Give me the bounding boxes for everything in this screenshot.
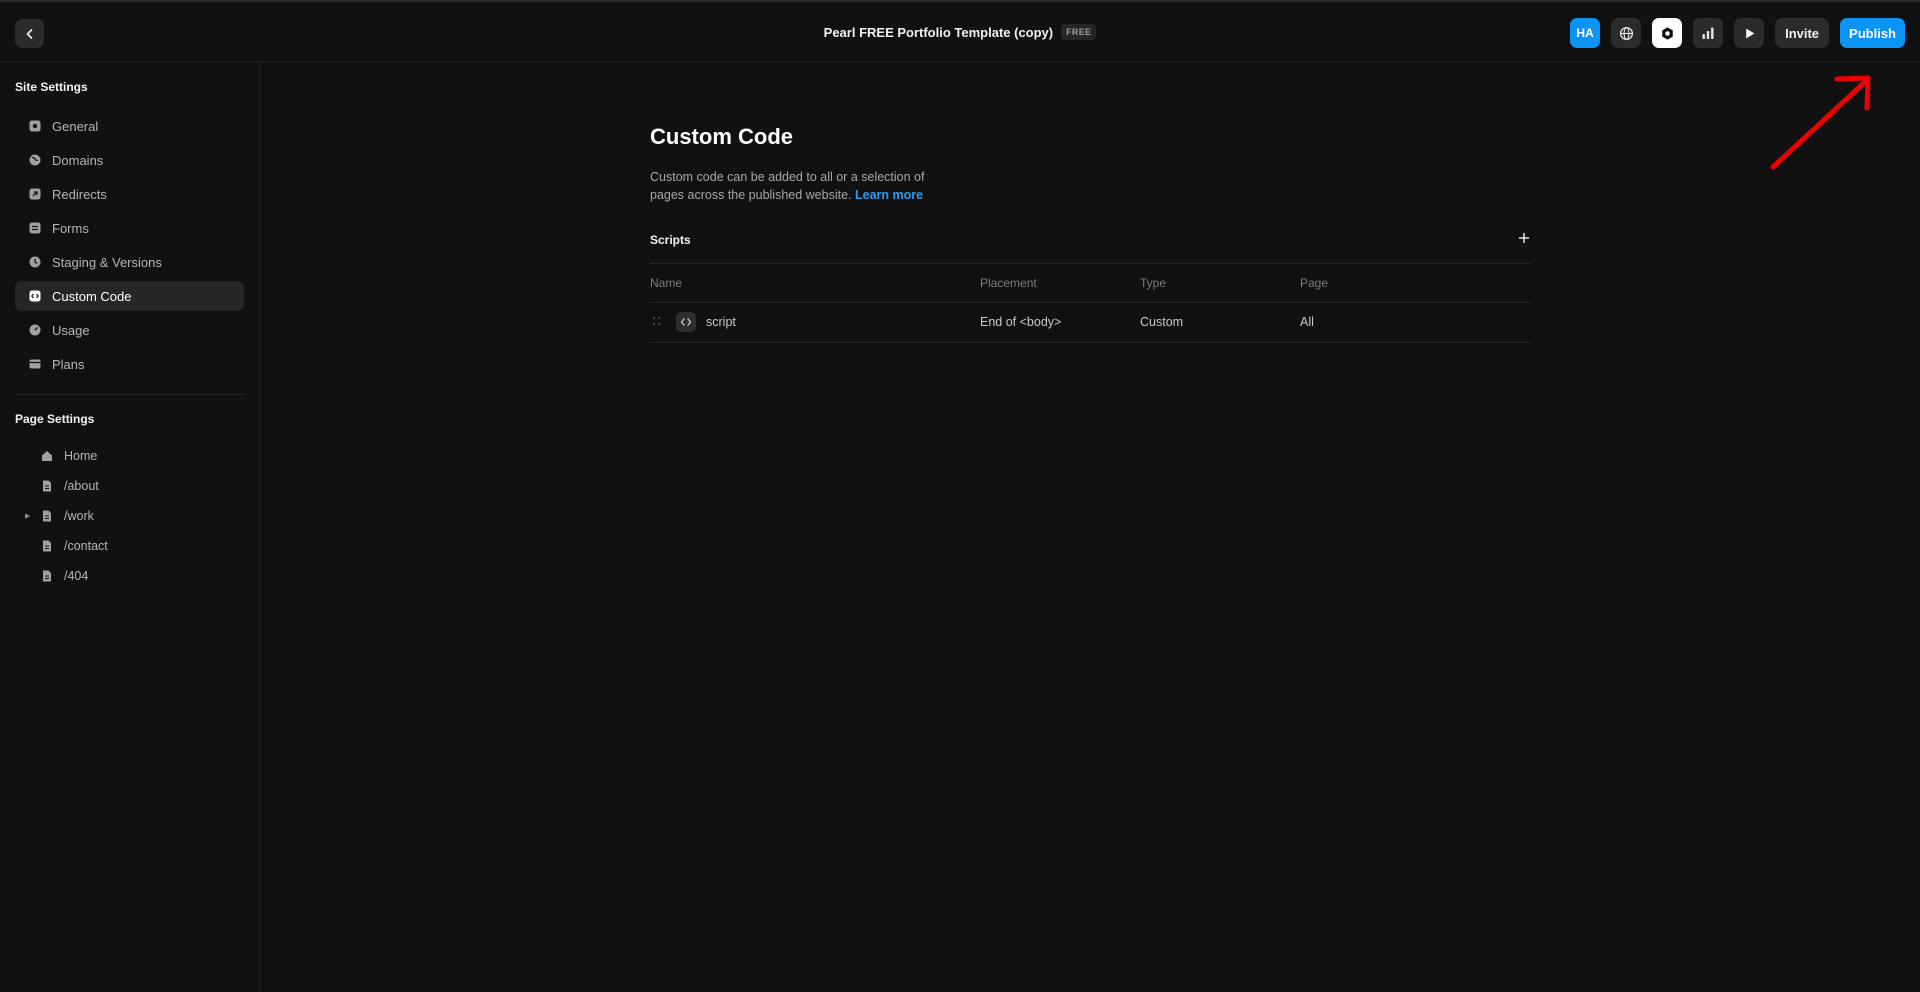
toolbar: HA Invite Publish [1570,18,1905,48]
invite-button[interactable]: Invite [1775,18,1830,48]
code-icon [676,312,696,332]
page-settings-heading: Page Settings [15,412,95,426]
language-button[interactable] [1611,18,1642,48]
sidebar-item-label: Plans [52,356,85,372]
page-icon [41,480,53,492]
cell-name: script [706,315,736,329]
page-title: Custom Code [650,124,793,149]
globe-icon [29,154,41,166]
sidebar-item-custom-code[interactable]: Custom Code [15,281,244,311]
sidebar-item-label: Custom Code [52,288,132,304]
column-header-type: Type [1140,276,1167,290]
page-item-404[interactable]: /404 [25,563,88,589]
page-item-work[interactable]: ▶ /work [25,503,94,529]
card-icon [29,358,41,370]
site-settings-button[interactable] [1652,18,1683,48]
gauge-icon [29,324,41,336]
form-icon [29,222,41,234]
chevron-left-icon [26,28,32,39]
plus-icon [1519,233,1529,243]
gear-icon [1661,26,1673,40]
user-avatar[interactable]: HA [1570,18,1601,48]
bar-chart-icon [1702,27,1714,39]
scripts-heading: Scripts [650,233,691,247]
page-item-home[interactable]: Home [25,443,97,469]
expand-caret-icon[interactable]: ▶ [25,512,41,520]
table-header-divider [650,302,1531,303]
page-item-label: /contact [64,539,108,553]
page-icon [41,510,53,522]
page-icon [41,540,53,552]
plan-badge: FREE [1061,24,1097,40]
cell-page: All [1300,315,1314,329]
home-icon [41,450,53,462]
play-icon [1745,28,1754,38]
top-bar: Pearl FREE Portfolio Template (copy) FRE… [0,0,1920,62]
gear-icon [29,120,41,132]
globe-icon [1619,26,1633,40]
sidebar-item-domains[interactable]: Domains [15,145,244,175]
sidebar-item-label: Usage [52,322,90,338]
sidebar-item-redirects[interactable]: Redirects [15,179,244,209]
page-item-label: /work [64,509,94,523]
sidebar-item-staging-versions[interactable]: Staging & Versions [15,247,244,277]
sidebar-item-label: General [52,118,99,134]
sidebar-item-general[interactable]: General [15,111,244,141]
analytics-button[interactable] [1693,18,1724,48]
cell-placement: End of <body> [980,315,1062,329]
page-item-label: /about [64,479,99,493]
page-item-label: Home [64,449,98,463]
page-item-label: /404 [64,569,89,583]
column-header-page: Page [1300,276,1329,290]
scripts-divider [650,263,1531,264]
page-description: Custom code can be added to all or a sel… [650,168,950,204]
drag-handle-icon[interactable] [653,317,663,327]
sidebar-item-label: Redirects [52,186,107,202]
page-item-about[interactable]: /about [25,473,99,499]
sidebar-item-usage[interactable]: Usage [15,315,244,345]
sidebar-item-label: Domains [52,152,104,168]
sidebar-item-plans[interactable]: Plans [15,349,244,379]
project-title[interactable]: Pearl FREE Portfolio Template (copy) [824,25,1053,40]
redirect-arrow-icon [29,188,41,200]
add-script-button[interactable] [1515,230,1533,248]
annotation-arrow-icon [1770,75,1871,170]
publish-button[interactable]: Publish [1840,18,1905,48]
site-settings-heading: Site Settings [15,80,88,94]
back-button[interactable] [15,19,44,48]
settings-sidebar: Site Settings General Domains Redirects … [0,62,260,992]
sidebar-item-label: Forms [52,220,89,236]
preview-button[interactable] [1734,18,1765,48]
page-icon [41,570,53,582]
clock-icon [29,256,41,268]
sidebar-item-forms[interactable]: Forms [15,213,244,243]
cell-type: Custom [1140,315,1184,329]
learn-more-link[interactable]: Learn more [855,188,923,202]
table-row-divider [650,342,1531,343]
column-header-name: Name [650,276,683,290]
column-header-placement: Placement [980,276,1037,290]
sidebar-divider [15,394,244,395]
page-item-contact[interactable]: /contact [25,533,108,559]
sidebar-item-label: Staging & Versions [52,254,162,270]
code-icon [29,290,41,302]
